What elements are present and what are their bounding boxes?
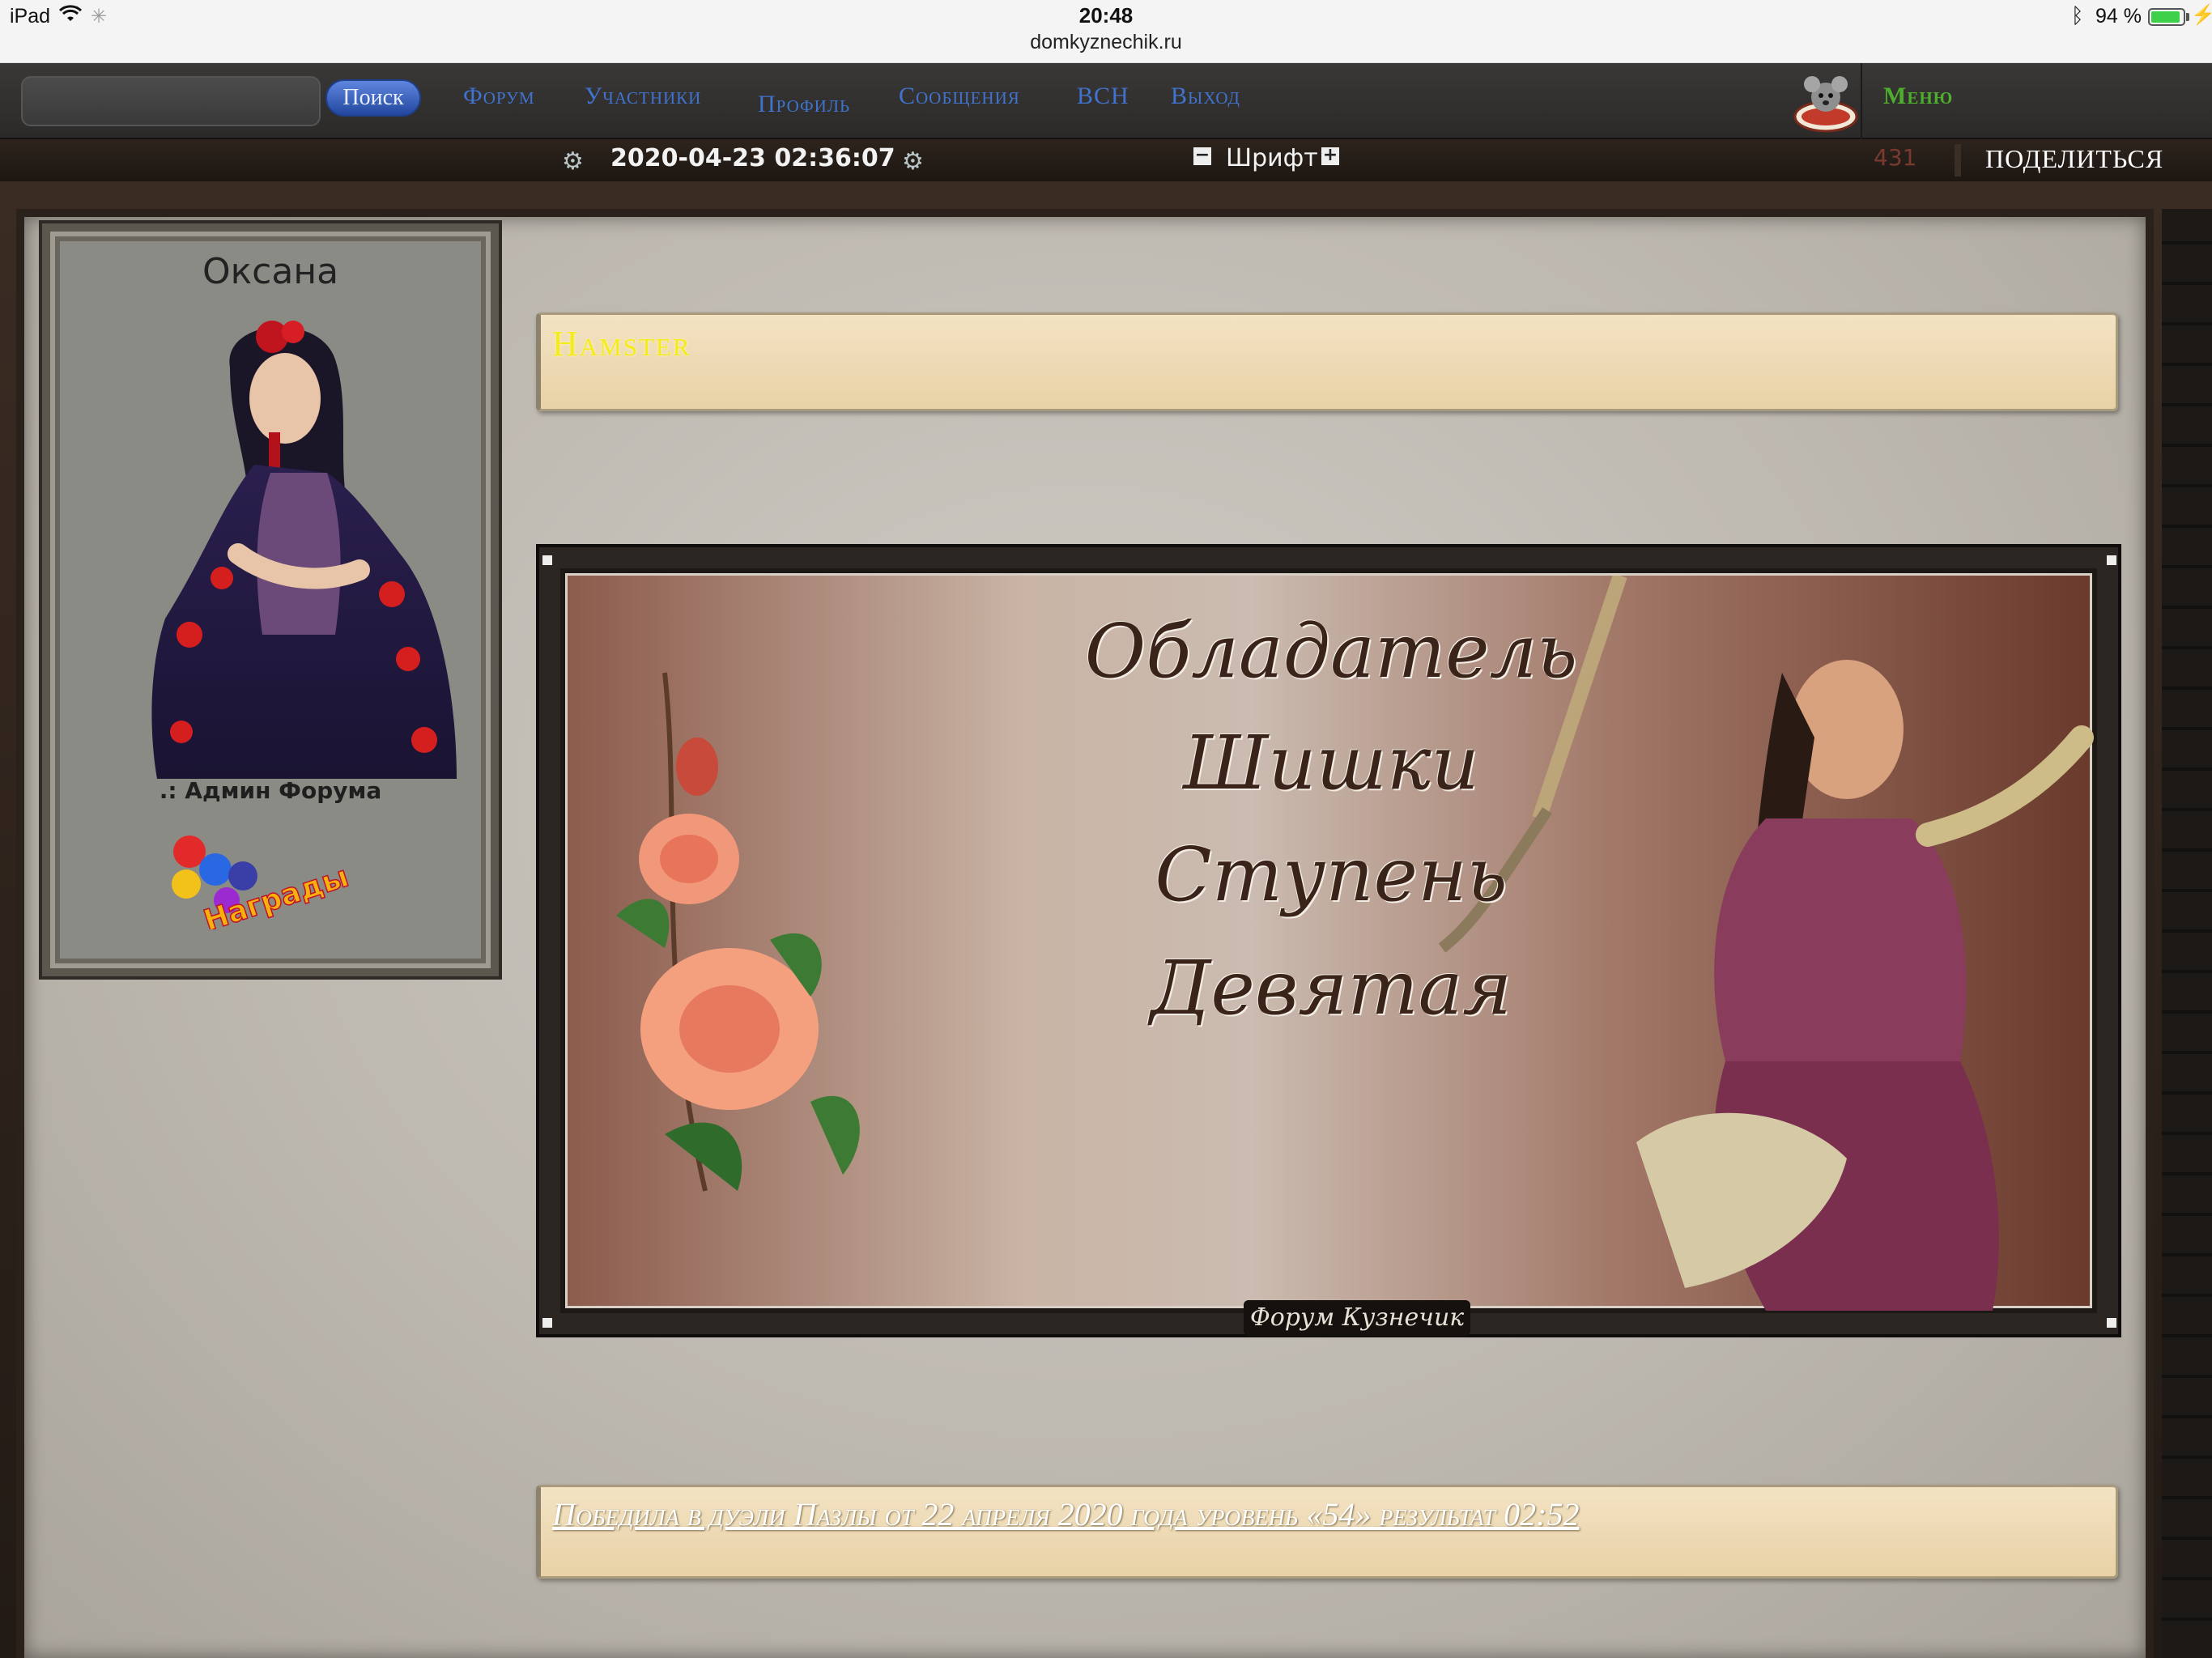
award-banner: Обладатель Шишки Ступень Девятая Форум К… bbox=[536, 544, 2121, 1337]
brick-wall-decoration bbox=[2162, 209, 2212, 1658]
share-divider bbox=[1955, 144, 1961, 176]
banner-line-1: Обладатель bbox=[1084, 608, 1578, 695]
font-increase-button[interactable]: + bbox=[1321, 147, 1339, 165]
clock-gears-icon-right: ⚙ bbox=[902, 147, 924, 176]
banner-signature: Форум Кузнечик bbox=[1244, 1300, 1470, 1336]
nav-forum[interactable]: Форум bbox=[463, 83, 535, 110]
victory-link[interactable]: Победила в дуэли Пазлы от 22 апреля 2020… bbox=[552, 1495, 1579, 1533]
author-profile-card: Оксана .: Админ Форума Награды bbox=[39, 220, 502, 980]
battery-icon bbox=[2148, 8, 2185, 26]
nav-messages[interactable]: Сообщения bbox=[899, 83, 1020, 110]
menu-button[interactable]: Меню bbox=[1883, 83, 1953, 110]
search-button[interactable]: Поиск bbox=[325, 79, 421, 117]
corner-stud bbox=[2107, 1318, 2116, 1328]
awards-badge[interactable]: Награды bbox=[154, 819, 364, 938]
ios-status-bar: iPad ✳ 20:48 domkyznechik.ru ᛒ 94 % ⚡ bbox=[0, 0, 2212, 63]
url-domain[interactable]: domkyznechik.ru bbox=[0, 31, 2212, 54]
corner-stud bbox=[2107, 555, 2116, 565]
battery-percent: 94 % bbox=[2095, 5, 2142, 28]
post-signature-title: Hamster bbox=[552, 324, 691, 363]
banner-line-2: Шишки bbox=[1183, 720, 1479, 806]
author-role: .: Админ Форума bbox=[159, 777, 382, 804]
battery-cap bbox=[2186, 13, 2189, 21]
clock-gears-icon: ⚙ bbox=[562, 147, 584, 176]
post-title-box: Hamster bbox=[536, 312, 2118, 411]
victory-message-box: Победила в дуэли Пазлы от 22 апреля 2020… bbox=[536, 1485, 2118, 1579]
font-decrease-button[interactable]: − bbox=[1193, 147, 1211, 165]
search-input[interactable] bbox=[21, 76, 321, 126]
author-avatar[interactable] bbox=[133, 311, 476, 779]
share-counter: 431 bbox=[1874, 144, 1917, 171]
charging-icon: ⚡ bbox=[2191, 4, 2212, 26]
forum-navbar: Поиск Форум Участники Профиль Сообщения … bbox=[0, 63, 2212, 139]
nav-divider bbox=[1861, 63, 1862, 139]
nav-vsn[interactable]: ВСН bbox=[1077, 83, 1129, 110]
share-button[interactable]: ПОДЕЛИТЬСЯ bbox=[1985, 144, 2163, 174]
corner-stud bbox=[542, 1318, 552, 1328]
status-time: 20:48 bbox=[1078, 3, 1134, 28]
banner-line-4: Девятая bbox=[1150, 945, 1512, 1031]
bluetooth-icon: ᛒ bbox=[2071, 3, 2084, 28]
banner-line-3: Ступень bbox=[1155, 831, 1508, 918]
nav-logout[interactable]: Выход bbox=[1171, 83, 1240, 110]
mouse-logo-icon[interactable] bbox=[1789, 66, 1862, 136]
nav-profile[interactable]: Профиль bbox=[758, 91, 850, 118]
author-name[interactable]: Оксана bbox=[50, 251, 491, 292]
font-size-label: Шрифт bbox=[1226, 144, 1318, 172]
corner-stud bbox=[542, 555, 552, 565]
server-datetime: 2020-04-23 02:36:07 bbox=[610, 144, 895, 172]
forum-subbar: ⚙ 2020-04-23 02:36:07 ⚙ − Шрифт + 431 ПО… bbox=[0, 139, 2212, 181]
nav-members[interactable]: Участники bbox=[585, 83, 701, 110]
award-banner-image: Обладатель Шишки Ступень Девятая bbox=[560, 568, 2097, 1313]
